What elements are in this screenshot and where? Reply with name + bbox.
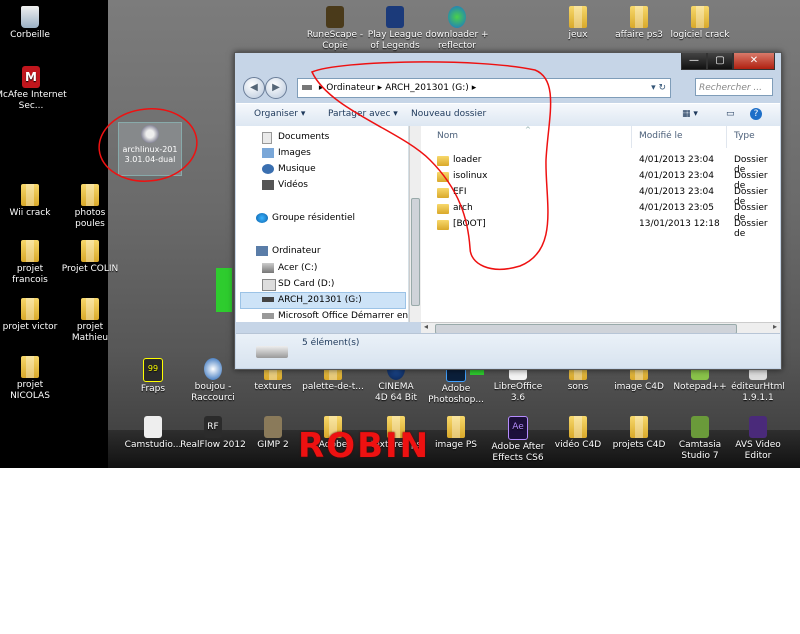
annotation-circle-files	[310, 61, 552, 270]
annotation-circle-iso	[98, 108, 198, 182]
desktop: Corbeille M McAfee Internet Sec... Wii c…	[0, 0, 800, 468]
red-annotation-layer	[98, 61, 552, 270]
